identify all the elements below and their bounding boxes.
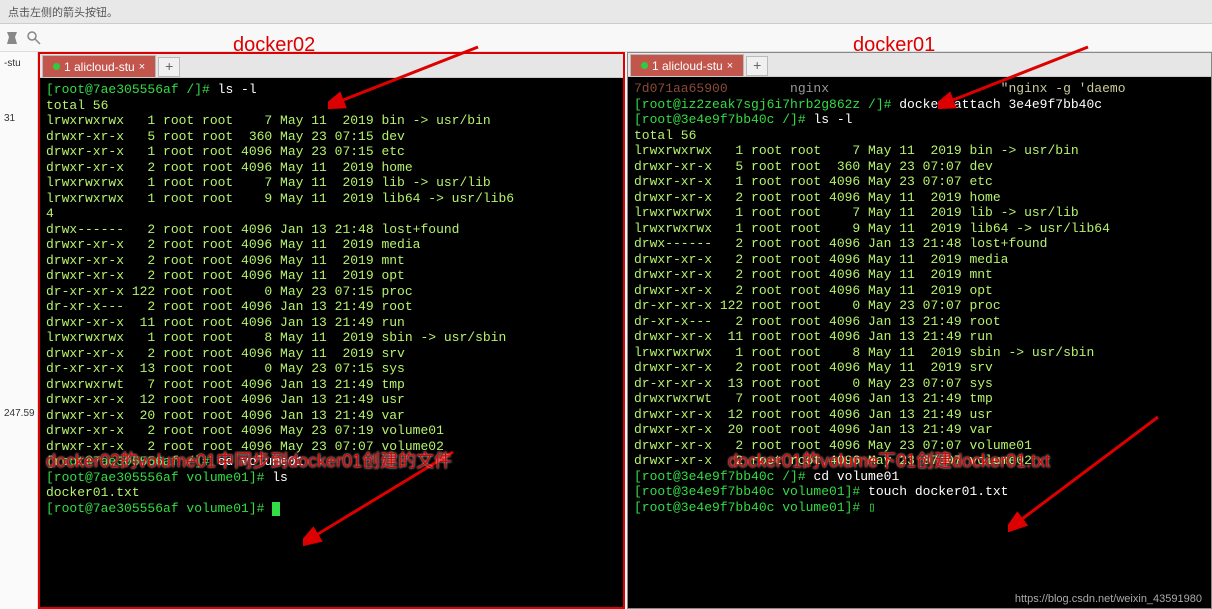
main-area: -stu 31 247.59 docker02 docker01 docker0… [0,52,1212,609]
tab-session-left[interactable]: 1 alicloud-stu × [42,55,156,77]
add-tab-button[interactable]: + [158,57,180,77]
annotation-right: docker01的volume下01创建docker01.txt [728,447,1208,473]
add-tab-button[interactable]: + [746,56,768,76]
tabbar-left: 1 alicloud-stu × + [40,54,623,78]
status-dot-icon [53,63,60,70]
close-icon[interactable]: × [727,60,733,72]
terminal-pane-right: 1 alicloud-stu × + 7d071aa65900 nginx "n… [627,52,1212,609]
sidebar: -stu 31 247.59 [0,52,38,609]
terminal-left[interactable]: [root@7ae305556af /]# ls -ltotal 56lrwxr… [40,78,623,607]
pin-icon[interactable] [4,30,20,46]
sidebar-item[interactable]: 247.59 [2,406,35,421]
watermark: https://blog.csdn.net/weixin_43591980 [1015,593,1202,605]
toolbar [0,24,1212,52]
sidebar-item[interactable]: -stu [2,56,35,71]
terminal-right[interactable]: 7d071aa65900 nginx "nginx -g 'daemo[root… [628,77,1211,608]
sidebar-item[interactable]: 31 [2,111,35,126]
search-icon[interactable] [26,30,42,46]
tab-title: 1 alicloud-stu [652,59,723,73]
hint-text: 点击左侧的箭头按钮。 [8,7,118,19]
close-icon[interactable]: × [139,61,145,73]
status-dot-icon [641,62,648,69]
tab-session-right[interactable]: 1 alicloud-stu × [630,54,744,76]
pane-label-right: docker01 [853,34,935,57]
tab-title: 1 alicloud-stu [64,60,135,74]
top-hint-bar: 点击左侧的箭头按钮。 [0,0,1212,24]
pane-label-left: docker02 [233,34,315,57]
annotation-left: docker02的volume01中同步到docker01创建的文件 [46,447,606,473]
terminal-pane-left: 1 alicloud-stu × + [root@7ae305556af /]#… [38,52,625,609]
